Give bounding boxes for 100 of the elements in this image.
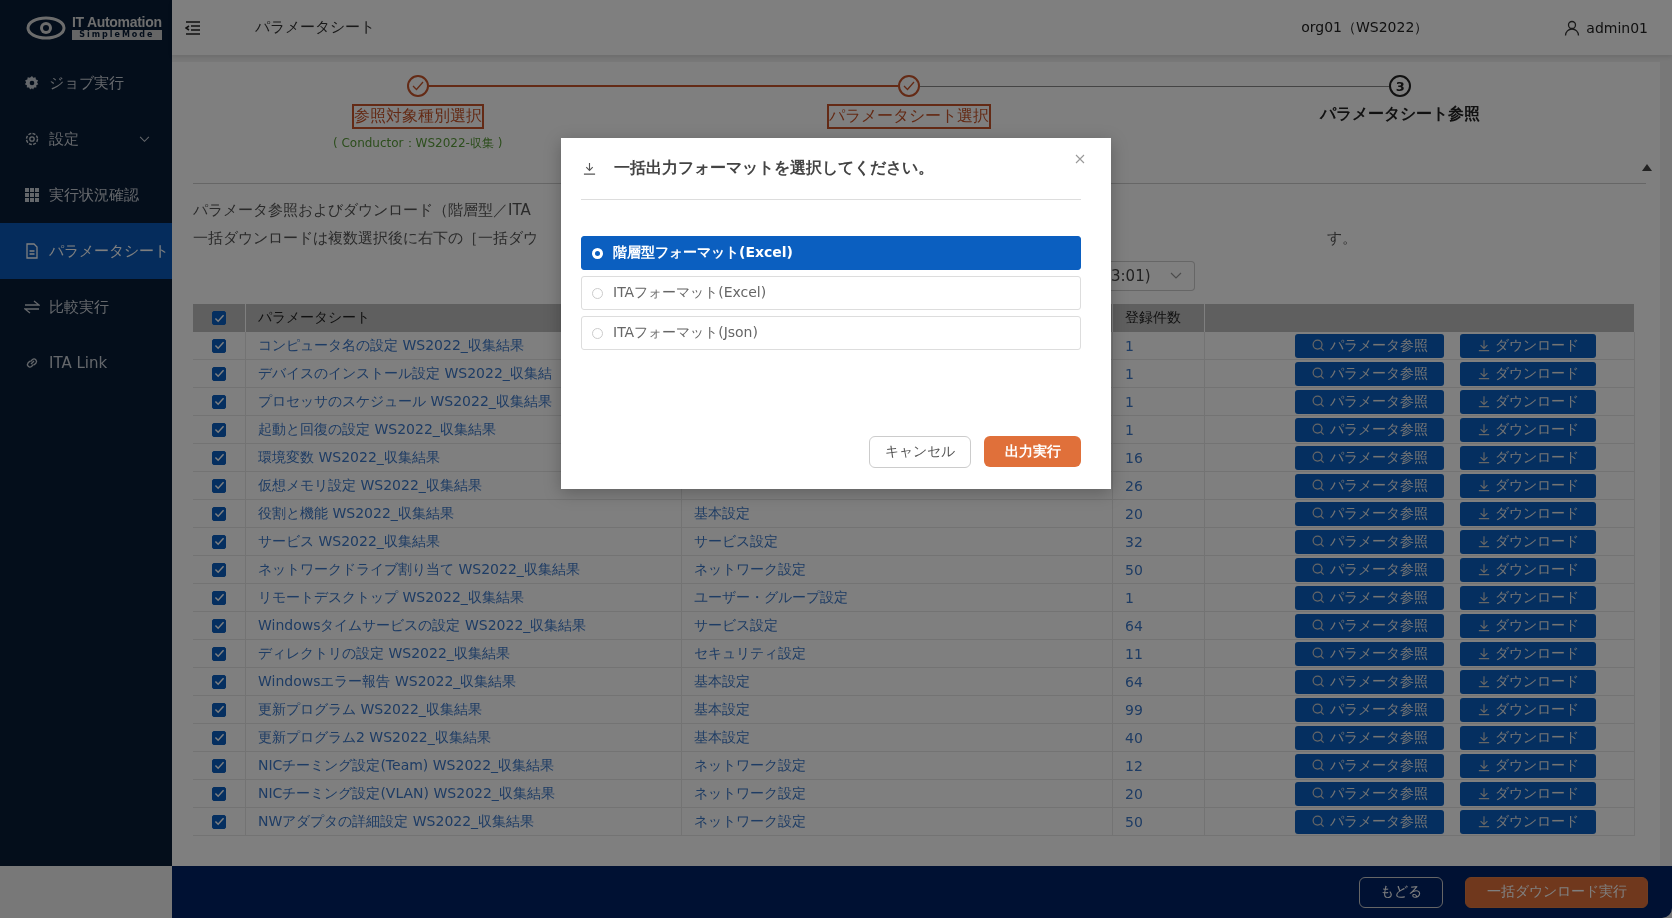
download-button[interactable]: ダウンロード xyxy=(1460,473,1596,498)
parameter-view-button[interactable]: パラメータ参照 xyxy=(1295,725,1444,750)
checkbox[interactable] xyxy=(212,394,226,409)
description-text: 一括ダウンロードは複数選択後に右下の［一括ダウ xyxy=(193,228,539,249)
parameter-view-button[interactable]: パラメータ参照 xyxy=(1295,669,1444,694)
bulk-download-button[interactable]: 一括ダウンロード実行 xyxy=(1465,876,1648,908)
download-icon xyxy=(1477,647,1490,660)
parameter-view-button[interactable]: パラメータ参照 xyxy=(1295,557,1444,582)
table-cell: ディレクトリの設定 WS2022_収集結果 xyxy=(258,644,510,663)
checkbox[interactable] xyxy=(212,730,226,745)
table-cell: 仮想メモリ設定 WS2022_収集結果 xyxy=(258,476,482,495)
collapse-icon[interactable] xyxy=(1642,164,1652,171)
checkbox[interactable] xyxy=(212,506,226,521)
checkbox[interactable] xyxy=(212,590,226,605)
parameter-view-button[interactable]: パラメータ参照 xyxy=(1295,753,1444,778)
table-cell: 環境変数 WS2022_収集結果 xyxy=(258,448,440,467)
back-button[interactable]: もどる xyxy=(1359,876,1443,908)
download-button[interactable]: ダウンロード xyxy=(1460,781,1596,806)
cancel-button[interactable]: キャンセル xyxy=(869,436,971,468)
chevron-down-icon xyxy=(1170,272,1182,280)
parameter-view-button[interactable]: パラメータ参照 xyxy=(1295,781,1444,806)
parameter-view-button[interactable]: パラメータ参照 xyxy=(1295,333,1444,358)
sidebar-item[interactable]: ITA Link xyxy=(0,335,172,391)
table-cell: 16 xyxy=(1125,449,1143,466)
download-button[interactable]: ダウンロード xyxy=(1460,445,1596,470)
parameter-view-button[interactable]: パラメータ参照 xyxy=(1295,613,1444,638)
user-name[interactable]: admin01 xyxy=(1586,19,1648,36)
table-cell: ネットワークドライブ割り当て WS2022_収集結果 xyxy=(258,560,580,579)
download-button[interactable]: ダウンロード xyxy=(1460,529,1596,554)
sidebar-item[interactable]: 実行状況確認 xyxy=(0,167,172,223)
checkbox[interactable] xyxy=(212,366,226,381)
step-label: パラメータシート選択 xyxy=(827,104,991,129)
checkbox[interactable] xyxy=(212,702,226,717)
download-button[interactable]: ダウンロード xyxy=(1460,333,1596,358)
checkbox[interactable] xyxy=(212,478,226,493)
download-button[interactable]: ダウンロード xyxy=(1460,557,1596,582)
logo-subtitle: SimpleMode xyxy=(72,30,162,40)
download-button[interactable]: ダウンロード xyxy=(1460,501,1596,526)
sidebar-item[interactable]: 比較実行 xyxy=(0,279,172,335)
parameter-view-button[interactable]: パラメータ参照 xyxy=(1295,417,1444,442)
search-icon xyxy=(1311,731,1325,744)
format-option[interactable]: ITAフォーマット(Excel) xyxy=(581,276,1081,310)
download-button[interactable]: ダウンロード xyxy=(1460,669,1596,694)
table-cell: NICチーミング設定(VLAN) WS2022_収集結果 xyxy=(258,784,555,803)
download-button[interactable]: ダウンロード xyxy=(1460,417,1596,442)
download-icon xyxy=(1477,395,1490,408)
parameter-view-button[interactable]: パラメータ参照 xyxy=(1295,361,1444,386)
download-button[interactable]: ダウンロード xyxy=(1460,585,1596,610)
checkbox[interactable] xyxy=(212,311,226,325)
checkbox[interactable] xyxy=(212,786,226,801)
checkbox[interactable] xyxy=(212,422,226,437)
checkbox[interactable] xyxy=(212,814,226,829)
parameter-view-button[interactable]: パラメータ参照 xyxy=(1295,641,1444,666)
parameter-view-button[interactable]: パラメータ参照 xyxy=(1295,809,1444,834)
search-icon xyxy=(1311,423,1325,436)
download-icon xyxy=(1477,675,1490,688)
table-cell: ネットワーク設定 xyxy=(694,812,806,831)
parameter-view-button[interactable]: パラメータ参照 xyxy=(1295,501,1444,526)
column-header: 登録件数 xyxy=(1125,309,1181,327)
step-detail: ( Conductor：WS2022-収集 ) xyxy=(332,135,503,152)
checkbox[interactable] xyxy=(212,450,226,465)
table-cell: 1 xyxy=(1125,589,1134,606)
parameter-view-button[interactable]: パラメータ参照 xyxy=(1295,585,1444,610)
sidebar-item[interactable]: パラメータシート xyxy=(0,223,172,279)
download-button[interactable]: ダウンロード xyxy=(1460,389,1596,414)
sidebar-item[interactable]: ジョブ実行 xyxy=(0,55,172,111)
format-option[interactable]: ITAフォーマット(Json) xyxy=(581,316,1081,350)
download-button[interactable]: ダウンロード xyxy=(1460,725,1596,750)
table-cell: NICチーミング設定(Team) WS2022_収集結果 xyxy=(258,756,555,775)
checkbox[interactable] xyxy=(212,338,226,353)
description-text: す。 xyxy=(1327,228,1357,249)
parameter-view-button[interactable]: パラメータ参照 xyxy=(1295,529,1444,554)
download-button[interactable]: ダウンロード xyxy=(1460,641,1596,666)
download-button[interactable]: ダウンロード xyxy=(1460,697,1596,722)
search-icon xyxy=(1311,339,1325,352)
download-icon xyxy=(1477,479,1490,492)
table-cell: 99 xyxy=(1125,701,1143,718)
export-button[interactable]: 出力実行 xyxy=(984,436,1081,467)
format-option[interactable]: 階層型フォーマット(Excel) xyxy=(581,236,1081,270)
download-button[interactable]: ダウンロード xyxy=(1460,361,1596,386)
table-cell: 1 xyxy=(1125,337,1134,354)
parameter-view-button[interactable]: パラメータ参照 xyxy=(1295,473,1444,498)
menu-icon[interactable] xyxy=(185,20,201,35)
close-icon[interactable] xyxy=(1075,153,1085,164)
checkbox[interactable] xyxy=(212,646,226,661)
checkbox[interactable] xyxy=(212,674,226,689)
checkbox[interactable] xyxy=(212,562,226,577)
checkbox[interactable] xyxy=(212,534,226,549)
gear-icon xyxy=(24,131,40,147)
download-button[interactable]: ダウンロード xyxy=(1460,613,1596,638)
parameter-view-button[interactable]: パラメータ参照 xyxy=(1295,697,1444,722)
checkbox[interactable] xyxy=(212,618,226,633)
parameter-view-button[interactable]: パラメータ参照 xyxy=(1295,445,1444,470)
download-button[interactable]: ダウンロード xyxy=(1460,809,1596,834)
parameter-view-button[interactable]: パラメータ参照 xyxy=(1295,389,1444,414)
checkbox[interactable] xyxy=(212,758,226,773)
download-button[interactable]: ダウンロード xyxy=(1460,753,1596,778)
sidebar-item[interactable]: 設定 xyxy=(0,111,172,167)
download-icon xyxy=(1477,535,1490,548)
table-cell: 基本設定 xyxy=(694,728,750,747)
